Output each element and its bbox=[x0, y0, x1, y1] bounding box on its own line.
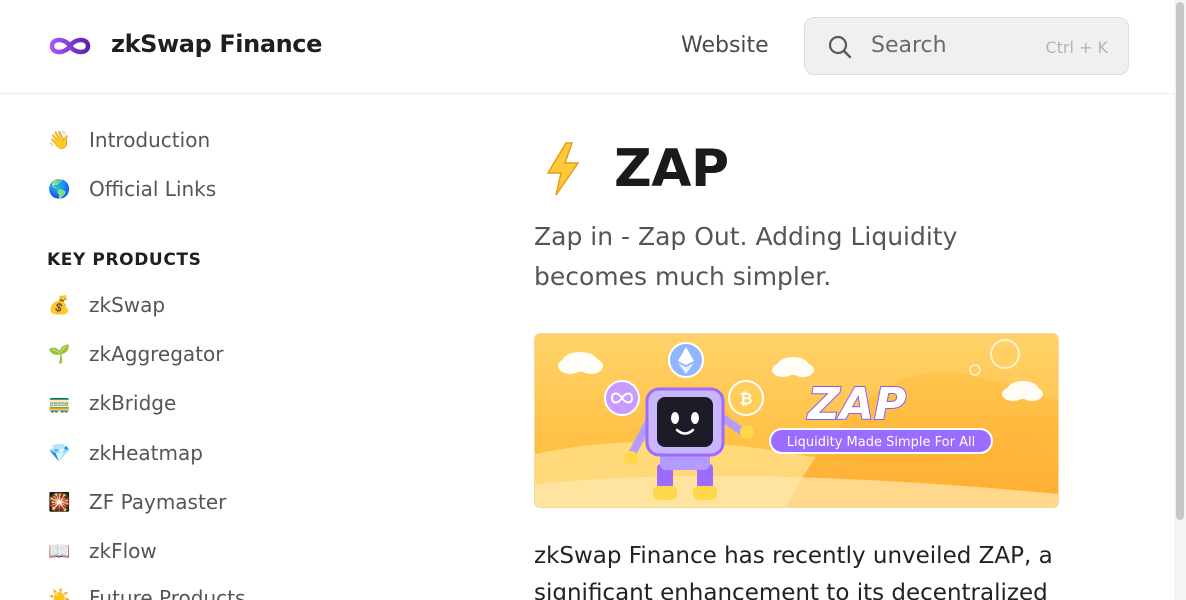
sparkler-icon: 🎇 bbox=[48, 491, 71, 513]
sidebar-item-label: zkSwap bbox=[89, 293, 166, 317]
sidebar-item-introduction[interactable]: 👋 Introduction bbox=[48, 124, 210, 156]
sidebar-item-zkbridge[interactable]: 🚃 zkBridge bbox=[48, 387, 176, 419]
svg-text:₿: ₿ bbox=[739, 389, 752, 408]
open-book-icon: 📖 bbox=[48, 540, 71, 562]
sidebar-item-label: zkHeatmap bbox=[89, 441, 203, 465]
sun-icon: ☀️ bbox=[48, 587, 71, 600]
top-header: zkSwap Finance Website Search Ctrl + K bbox=[0, 0, 1174, 94]
sidebar-item-label: Future Products bbox=[89, 586, 246, 600]
sidebar-item-zf-paymaster[interactable]: 🎇 ZF Paymaster bbox=[48, 486, 226, 518]
sidebar-item-zkheatmap[interactable]: 💎 zkHeatmap bbox=[48, 437, 203, 469]
sidebar-section-heading: KEY PRODUCTS bbox=[47, 250, 202, 270]
website-link[interactable]: Website bbox=[681, 33, 769, 58]
zap-banner-image: ₿ ZAP Liquidity Made Simple For All bbox=[534, 333, 1059, 508]
page-title: ZAP bbox=[614, 139, 729, 199]
search-icon bbox=[828, 35, 852, 59]
seedling-icon: 🌱 bbox=[48, 343, 71, 365]
sidebar-item-label: Official Links bbox=[89, 177, 217, 201]
page-scrollbar[interactable] bbox=[1174, 0, 1186, 600]
body-paragraph: zkSwap Finance has recently unveiled ZAP… bbox=[534, 543, 1053, 600]
sidebar-item-official-links[interactable]: 🌎 Official Links bbox=[48, 173, 216, 205]
banner-illustration: ₿ ZAP Liquidity Made Simple For All bbox=[535, 334, 1058, 507]
search-shortcut: Ctrl + K bbox=[1045, 38, 1108, 57]
page-title-row: ZAP bbox=[534, 139, 729, 199]
sidebar-item-label: Introduction bbox=[89, 128, 211, 152]
infinity-logo-icon[interactable] bbox=[48, 33, 92, 59]
sidebar-item-label: ZF Paymaster bbox=[89, 490, 227, 514]
money-bag-icon: 💰 bbox=[48, 294, 71, 316]
tram-icon: 🚃 bbox=[48, 392, 71, 414]
banner-title: ZAP bbox=[806, 379, 906, 430]
sidebar-item-zkflow[interactable]: 📖 zkFlow bbox=[48, 535, 157, 567]
sidebar-item-label: zkBridge bbox=[89, 391, 177, 415]
sidebar-item-label: zkFlow bbox=[89, 539, 157, 563]
banner-tagline: Liquidity Made Simple For All bbox=[787, 435, 975, 450]
sidebar-item-zkaggregator[interactable]: 🌱 zkAggregator bbox=[48, 338, 224, 370]
sidebar-item-future-products[interactable]: ☀️ Future Products bbox=[48, 582, 245, 600]
search-box[interactable]: Search Ctrl + K bbox=[804, 17, 1129, 75]
sidebar-nav: 👋 Introduction 🌎 Official Links KEY PROD… bbox=[0, 95, 470, 600]
page-subtitle: Zap in - Zap Out. Adding Liquidity becom… bbox=[534, 222, 958, 291]
waving-hand-icon: 👋 bbox=[48, 129, 71, 151]
scrollbar-thumb[interactable] bbox=[1176, 2, 1184, 520]
lightning-icon bbox=[546, 142, 580, 196]
sidebar-item-zkswap[interactable]: 💰 zkSwap bbox=[48, 289, 165, 321]
sidebar-item-label: zkAggregator bbox=[89, 342, 224, 366]
gem-icon: 💎 bbox=[48, 442, 71, 464]
brand-name[interactable]: zkSwap Finance bbox=[111, 30, 322, 58]
globe-icon: 🌎 bbox=[48, 178, 71, 200]
search-placeholder: Search bbox=[871, 33, 947, 58]
